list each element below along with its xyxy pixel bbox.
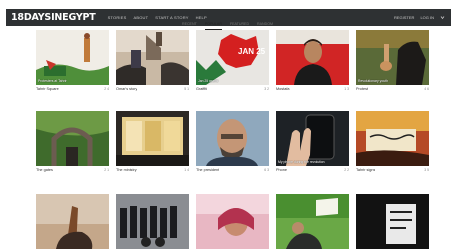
story-counts: 5 1 xyxy=(184,87,189,91)
photo-image xyxy=(356,30,429,85)
story-meta: Phone 2 2 xyxy=(276,166,349,174)
story-thumbnail[interactable] xyxy=(276,194,349,249)
photo-image xyxy=(356,111,429,166)
page-frame: 18DAYSINEGYPT Stories About Start a stor… xyxy=(0,0,455,249)
story-title[interactable]: The gates xyxy=(36,168,53,172)
story-meta: Mostafa 1 3 xyxy=(276,85,349,93)
story-counts: 6 3 xyxy=(264,168,269,172)
story-thumbnail-caption: Jan 25 graffiti xyxy=(198,79,219,83)
story-counts: 3 5 xyxy=(424,168,429,172)
filter-recent[interactable]: Recent xyxy=(182,22,197,30)
story-thumbnail[interactable]: My phone during the revolution xyxy=(276,111,349,166)
story-card[interactable]: Revolutionary youth Protest 4 6 xyxy=(356,30,429,93)
story-card[interactable]: Omar's story 5 1 xyxy=(116,30,189,93)
photo-image xyxy=(116,111,189,166)
story-card[interactable]: The ministry 1 4 xyxy=(116,111,189,174)
story-counts: 4 6 xyxy=(424,87,429,91)
story-title[interactable]: Tahrir signs xyxy=(356,168,375,172)
story-thumbnail[interactable] xyxy=(116,30,189,85)
filter-random[interactable]: Random xyxy=(257,22,273,30)
story-card[interactable] xyxy=(356,194,429,249)
photo-image: JAN 25 xyxy=(196,30,269,85)
story-counts: 2 2 xyxy=(344,168,349,172)
nav-item-stories[interactable]: Stories xyxy=(108,15,127,20)
story-thumbnail[interactable] xyxy=(36,111,109,166)
story-thumbnail-caption: Protesters at Tahrir xyxy=(38,79,67,83)
story-title[interactable]: Graffiti xyxy=(196,87,207,91)
story-title[interactable]: Phone xyxy=(276,168,287,172)
photo-image xyxy=(116,30,189,85)
story-thumbnail[interactable] xyxy=(196,111,269,166)
photo-image xyxy=(116,194,189,249)
filter-featured[interactable]: Featured xyxy=(230,22,249,30)
sort-filters: Recent Popular Featured Random xyxy=(0,22,455,30)
story-title[interactable]: Omar's story xyxy=(116,87,137,91)
story-counts: 3 2 xyxy=(264,87,269,91)
story-counts: 1 4 xyxy=(184,168,189,172)
main-nav: Stories About Start a story Help xyxy=(108,15,207,20)
story-thumbnail-caption: Revolutionary youth xyxy=(358,79,388,83)
nav-item-help[interactable]: Help xyxy=(196,15,207,20)
story-card[interactable]: My phone during the revolution Phone 2 2 xyxy=(276,111,349,174)
photo-image xyxy=(196,194,269,249)
grid-row: The gates 2 1 The ministry 1 4 The presi… xyxy=(36,111,429,174)
photo-image xyxy=(276,30,349,85)
story-meta: The president 6 3 xyxy=(196,166,269,174)
story-meta: Protest 4 6 xyxy=(356,85,429,93)
story-counts: 2 4 xyxy=(104,87,109,91)
story-title[interactable]: The president xyxy=(196,168,219,172)
story-card[interactable]: JAN 25 Jan 25 graffiti Graffiti 3 2 xyxy=(196,30,269,93)
story-thumbnail[interactable]: Revolutionary youth xyxy=(356,30,429,85)
story-title[interactable]: The ministry xyxy=(116,168,137,172)
photo-image xyxy=(36,111,109,166)
photo-image xyxy=(276,194,349,249)
story-title[interactable]: Protest xyxy=(356,87,368,91)
story-title[interactable]: Tahrir Square xyxy=(36,87,59,91)
story-card[interactable]: The gates 2 1 xyxy=(36,111,109,174)
story-meta: The ministry 1 4 xyxy=(116,166,189,174)
story-thumbnail[interactable] xyxy=(276,30,349,85)
grid-row: Protesters at Tahrir Tahrir Square 2 4 O… xyxy=(36,30,429,93)
story-counts: 1 3 xyxy=(344,87,349,91)
story-card[interactable] xyxy=(116,194,189,249)
photo-image xyxy=(36,30,109,85)
story-card[interactable]: Mostafa 1 3 xyxy=(276,30,349,93)
register-link[interactable]: Register xyxy=(394,15,414,20)
story-card[interactable]: The president 6 3 xyxy=(196,111,269,174)
story-thumbnail[interactable] xyxy=(36,194,109,249)
story-thumbnail[interactable] xyxy=(116,111,189,166)
story-thumbnail-caption: My phone during the revolution xyxy=(278,160,325,164)
story-card[interactable]: Tahrir signs 3 5 xyxy=(356,111,429,174)
story-meta: Graffiti 3 2 xyxy=(196,85,269,93)
photo-image xyxy=(36,194,109,249)
svg-text:JAN 25: JAN 25 xyxy=(238,47,266,56)
filter-popular[interactable]: Popular xyxy=(204,22,222,30)
story-title[interactable]: Mostafa xyxy=(276,87,290,91)
story-card[interactable] xyxy=(276,194,349,249)
photo-image xyxy=(196,111,269,166)
story-meta: Omar's story 5 1 xyxy=(116,85,189,93)
story-thumbnail[interactable]: JAN 25 Jan 25 graffiti xyxy=(196,30,269,85)
photo-image xyxy=(356,194,429,249)
login-link[interactable]: Log in xyxy=(420,15,434,20)
story-meta: Tahrir signs 3 5 xyxy=(356,166,429,174)
account-links: Register Log in xyxy=(394,15,451,20)
nav-item-start-story[interactable]: Start a story xyxy=(155,15,188,20)
story-thumbnail[interactable] xyxy=(356,111,429,166)
story-card[interactable] xyxy=(196,194,269,249)
story-thumbnail[interactable] xyxy=(116,194,189,249)
story-card[interactable] xyxy=(36,194,109,249)
nav-item-about[interactable]: About xyxy=(133,15,148,20)
story-card[interactable]: Protesters at Tahrir Tahrir Square 2 4 xyxy=(36,30,109,93)
story-meta: The gates 2 1 xyxy=(36,166,109,174)
chevron-down-icon[interactable] xyxy=(440,15,445,20)
story-thumbnail[interactable] xyxy=(356,194,429,249)
story-meta: Tahrir Square 2 4 xyxy=(36,85,109,93)
story-thumbnail[interactable]: Protesters at Tahrir xyxy=(36,30,109,85)
story-counts: 2 1 xyxy=(104,168,109,172)
story-thumbnail[interactable] xyxy=(196,194,269,249)
photo-image xyxy=(276,111,349,166)
grid-row xyxy=(36,194,429,249)
